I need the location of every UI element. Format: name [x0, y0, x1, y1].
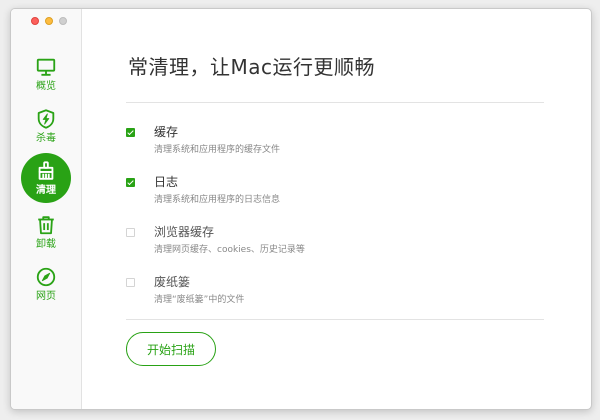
window-controls: [31, 17, 67, 25]
sidebar-item-antivirus[interactable]: 杀毒: [21, 101, 71, 151]
option-name: 浏览器缓存: [154, 225, 215, 239]
start-scan-button[interactable]: 开始扫描: [126, 332, 216, 366]
browser-cache-checkbox[interactable]: [126, 228, 135, 237]
logs-checkbox[interactable]: [126, 178, 135, 187]
trash-icon: [35, 214, 57, 236]
sidebar-item-label: 杀毒: [36, 133, 56, 144]
close-window-button[interactable]: [31, 17, 39, 25]
sidebar-item-uninstall[interactable]: 卸载: [21, 207, 71, 257]
trash-checkbox[interactable]: [126, 278, 135, 287]
sidebar-item-overview[interactable]: 概览: [21, 49, 71, 99]
sidebar-item-clean[interactable]: 清理: [21, 153, 71, 203]
compass-icon: [35, 266, 57, 288]
monitor-icon: [35, 56, 57, 78]
sidebar: 概览 杀毒 清理 卸载 网页: [11, 9, 82, 409]
app-window: 概览 杀毒 清理 卸载 网页 常清理，让Mac运行更顺畅 缓存 清理系统和应用程…: [10, 8, 592, 410]
divider: [126, 319, 544, 320]
sidebar-item-web[interactable]: 网页: [21, 259, 71, 309]
sidebar-item-label: 卸载: [36, 239, 56, 250]
option-name: 废纸篓: [154, 275, 191, 289]
option-name: 缓存: [154, 125, 179, 139]
minimize-window-button[interactable]: [45, 17, 53, 25]
clean-option-logs: 日志 清理系统和应用程序的日志信息: [126, 175, 544, 215]
option-description: 清理系统和应用程序的日志信息: [154, 195, 281, 205]
option-description: 清理系统和应用程序的缓存文件: [154, 145, 281, 155]
sidebar-item-label: 网页: [36, 291, 56, 302]
option-description: 清理网页缓存、cookies、历史记录等: [154, 245, 305, 255]
clean-option-browser-cache: 浏览器缓存 清理网页缓存、cookies、历史记录等: [126, 225, 544, 265]
shield-lightning-icon: [35, 108, 57, 130]
page-title: 常清理，让Mac运行更顺畅: [128, 55, 376, 79]
cache-checkbox[interactable]: [126, 128, 135, 137]
main-panel: 常清理，让Mac运行更顺畅 缓存 清理系统和应用程序的缓存文件 日志 清理系统和…: [82, 9, 591, 409]
clean-option-cache: 缓存 清理系统和应用程序的缓存文件: [126, 125, 544, 165]
clean-option-trash: 废纸篓 清理“废纸篓”中的文件: [126, 275, 544, 315]
zoom-window-button[interactable]: [59, 17, 67, 25]
option-description: 清理“废纸篓”中的文件: [154, 295, 245, 305]
option-name: 日志: [154, 175, 179, 189]
sidebar-item-label: 清理: [36, 185, 56, 196]
brush-icon: [35, 160, 57, 182]
sidebar-item-label: 概览: [36, 81, 56, 92]
divider: [126, 102, 544, 103]
